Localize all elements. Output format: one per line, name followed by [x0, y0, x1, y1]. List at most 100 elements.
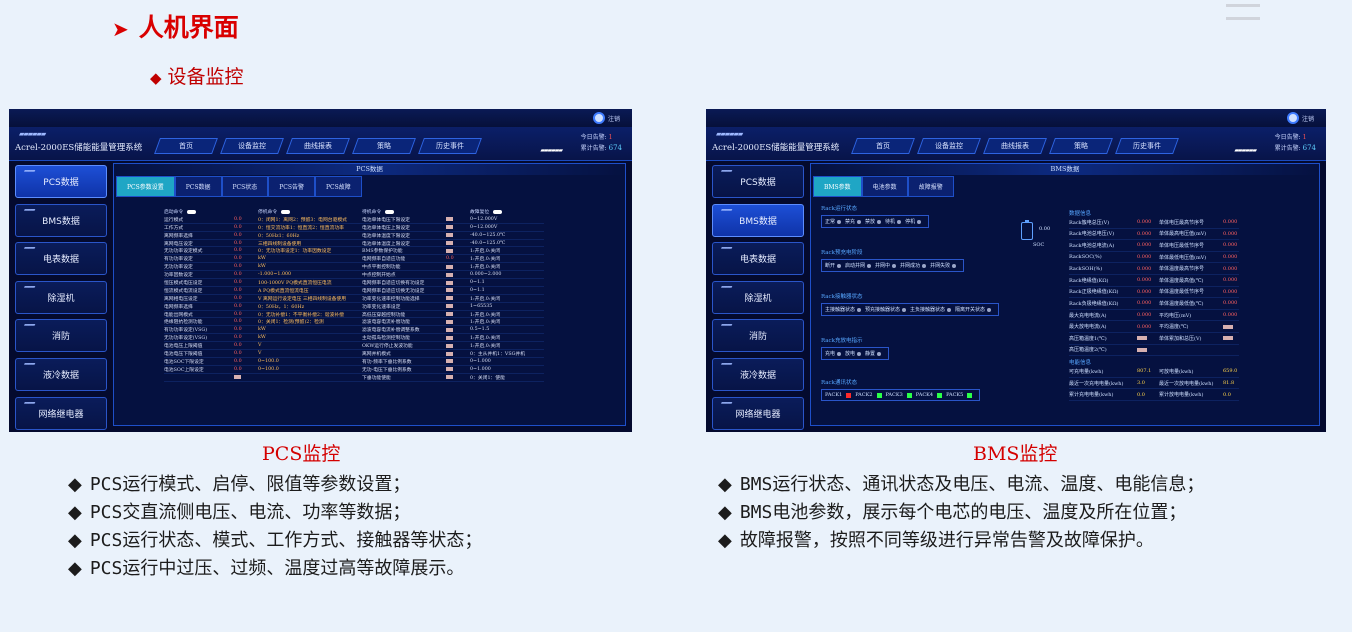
value-input[interactable]: [446, 217, 453, 222]
bullet-item: ◆ 故障报警，按照不同等级进行异常告警及故障保护。: [718, 527, 1204, 555]
sidebar-item-pcs[interactable]: PCS数据: [712, 165, 804, 198]
alarm-summary[interactable]: 今日告警: 1 累计告警: 674: [581, 133, 622, 154]
tab-history-events[interactable]: 历史事件: [1115, 138, 1179, 154]
tab-strategy[interactable]: 策略: [352, 138, 416, 154]
value-input[interactable]: 0.0: [234, 359, 258, 364]
start-command[interactable]: 启动命令: [164, 208, 234, 215]
value-input[interactable]: [446, 367, 453, 372]
value-input[interactable]: 0.0: [234, 304, 258, 309]
status-chip: 正常: [825, 218, 842, 225]
alarm-summary[interactable]: 今日告警: 1 累计告警: 674: [1275, 133, 1316, 154]
value-input[interactable]: 0.0: [234, 241, 258, 246]
value-input[interactable]: [446, 233, 453, 238]
table-cell: 三相四线制设备使用: [258, 241, 302, 247]
value-input[interactable]: 0.0: [234, 335, 258, 340]
value-input[interactable]: 0.0: [234, 312, 258, 317]
value-input[interactable]: 0.0: [234, 256, 258, 261]
tab-pcs-fault[interactable]: PCS故障: [315, 176, 362, 197]
table-cell: -40.0~125.0℃: [470, 232, 506, 238]
sidebar-item-pcs[interactable]: PCS数据: [15, 165, 107, 198]
value-input[interactable]: 0.0: [234, 327, 258, 332]
table-cell: 离网频率选择: [164, 233, 193, 239]
tab-pcs-params[interactable]: PCS参数设置: [116, 176, 175, 197]
sidebar-item-relay[interactable]: 网络继电器: [712, 396, 804, 430]
value-input[interactable]: [446, 304, 453, 309]
value-input[interactable]: 0.0: [234, 343, 258, 348]
tab-home[interactable]: 首页: [154, 138, 218, 154]
tab-home[interactable]: 首页: [851, 138, 915, 154]
value-input[interactable]: 0.0: [234, 288, 258, 293]
sidebar-item-dehumidifier[interactable]: 除湿机: [712, 280, 804, 314]
toggle-icon[interactable]: [385, 209, 395, 214]
value-input[interactable]: [446, 343, 453, 348]
stop-command[interactable]: 停机命令: [258, 208, 362, 215]
pack-status-icon: [937, 392, 943, 398]
value-input[interactable]: [234, 375, 241, 380]
toggle-icon[interactable]: [493, 209, 503, 214]
value-input[interactable]: 0.0: [234, 225, 258, 230]
sidebar-item-fire[interactable]: 消防: [712, 319, 804, 353]
value-input[interactable]: 0.0: [234, 217, 258, 222]
value-input[interactable]: 0.0: [234, 319, 258, 324]
toggle-icon[interactable]: [187, 209, 197, 214]
value-input[interactable]: [446, 264, 453, 269]
tab-strategy[interactable]: 策略: [1049, 138, 1113, 154]
value-input[interactable]: 0.0: [234, 351, 258, 356]
tab-bms-params[interactable]: BMS参数: [813, 176, 862, 197]
value-input[interactable]: 0.0: [446, 256, 470, 261]
tab-history-events[interactable]: 历史事件: [418, 138, 482, 154]
toggle-icon[interactable]: [281, 209, 291, 214]
sidebar-item-liquid-cooling[interactable]: 液冷数据: [712, 357, 804, 391]
tab-curve-report[interactable]: 曲线报表: [286, 138, 350, 154]
value-input[interactable]: [446, 319, 453, 324]
value-input[interactable]: [446, 312, 453, 317]
sidebar-item-bms[interactable]: BMS数据: [15, 203, 107, 237]
value-input[interactable]: [446, 288, 453, 293]
tab-pcs-alarm[interactable]: PCS告警: [268, 176, 315, 197]
tab-device-monitor[interactable]: 设备监控: [220, 138, 284, 154]
value-input[interactable]: [446, 280, 453, 285]
sidebar-item-dehumidifier[interactable]: 除湿机: [15, 280, 107, 314]
value-input[interactable]: [446, 359, 453, 364]
value-input[interactable]: [446, 327, 453, 332]
value-input[interactable]: 0.0: [234, 272, 258, 277]
pack-status: PACK2: [855, 392, 882, 398]
value-input[interactable]: [446, 351, 453, 356]
tab-curve-report[interactable]: 曲线报表: [983, 138, 1047, 154]
fault-reset-command[interactable]: 故障复位: [470, 208, 544, 215]
value-input[interactable]: [446, 225, 453, 230]
value-input[interactable]: 0.0: [234, 280, 258, 285]
sidebar-item-bms[interactable]: BMS数据: [712, 203, 804, 237]
value-input[interactable]: [446, 335, 453, 340]
value-input[interactable]: 0.0: [234, 233, 258, 238]
tab-device-monitor[interactable]: 设备监控: [917, 138, 981, 154]
tab-pcs-status[interactable]: PCS状态: [221, 176, 269, 197]
standby-command[interactable]: 待机命令: [362, 208, 446, 215]
value-input[interactable]: [446, 296, 453, 301]
value-input[interactable]: 0.0: [234, 296, 258, 301]
table-value: 0.000: [1223, 277, 1238, 284]
tab-battery-params[interactable]: 电池参数: [861, 176, 908, 197]
value-input[interactable]: [446, 272, 453, 277]
sidebar-item-fire[interactable]: 消防: [15, 319, 107, 353]
value-input[interactable]: 0.0: [234, 264, 258, 269]
value-input[interactable]: 0.0: [234, 367, 258, 372]
sidebar-item-meter[interactable]: 电表数据: [15, 242, 107, 276]
value-input[interactable]: 0.0: [234, 248, 258, 253]
sidebar-item-meter[interactable]: 电表数据: [712, 242, 804, 276]
tab-fault-alarm[interactable]: 故障报警: [907, 176, 954, 197]
value-input[interactable]: [446, 241, 453, 246]
status-label: 并网成功: [900, 263, 921, 269]
value-input[interactable]: [446, 248, 453, 253]
tab-pcs-data[interactable]: PCS数据: [174, 176, 222, 197]
table-cell: 无功功率设定模式: [164, 249, 203, 255]
sidebar-item-liquid-cooling[interactable]: 液冷数据: [15, 357, 107, 391]
value-input[interactable]: [446, 375, 453, 380]
sidebar-item-relay[interactable]: 网络继电器: [15, 396, 107, 430]
logout-button[interactable]: 注销: [1286, 112, 1314, 124]
logout-button[interactable]: 注销: [592, 112, 620, 124]
table-cell: 0：无功功率设定1：功率因数设定: [258, 249, 332, 255]
status-chip: 并网中: [875, 262, 897, 269]
status-dot-icon: [987, 307, 992, 312]
panel-title: PCS数据: [114, 164, 625, 175]
